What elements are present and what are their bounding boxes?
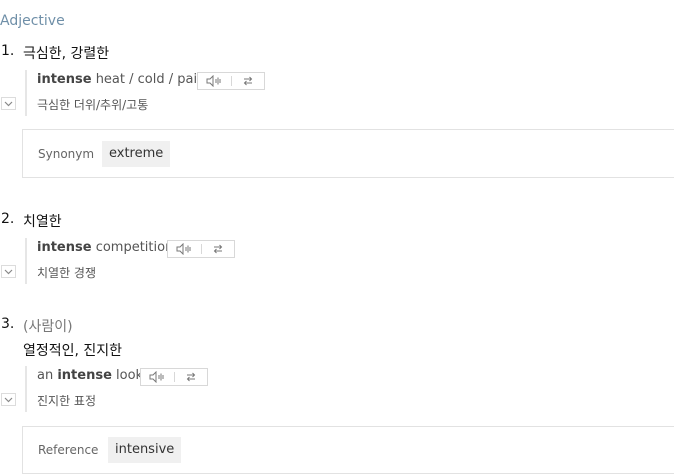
chevron-down-icon (4, 397, 13, 402)
speaker-icon (176, 243, 191, 255)
headword-highlight: intense (37, 72, 92, 87)
example-sentence: an intense look (37, 368, 144, 383)
reference-box: Reference intensive (22, 426, 674, 474)
expand-example-button[interactable] (1, 97, 16, 110)
listen-button[interactable] (198, 73, 231, 89)
sense-meaning: 치열한 (23, 214, 62, 230)
example-audio-controls (167, 240, 235, 258)
repeat-icon (243, 76, 252, 86)
repeat-button[interactable] (201, 241, 234, 257)
example-divider (25, 366, 27, 412)
synonym-box: Synonym extreme (22, 129, 674, 178)
example-sentence: intense heat / cold / pain (37, 72, 206, 87)
part-of-speech-label: Adjective (0, 13, 65, 29)
repeat-button[interactable] (174, 369, 207, 385)
example-divider (25, 238, 27, 284)
sense-number: 3. (1, 316, 15, 332)
example-translation: 극심한 더위/추위/고통 (37, 98, 149, 112)
chevron-down-icon (4, 269, 13, 274)
expand-example-button[interactable] (1, 265, 16, 278)
sense-meaning: 극심한, 강렬한 (23, 46, 110, 62)
repeat-icon (186, 372, 195, 382)
example-audio-controls (140, 368, 208, 386)
expand-example-button[interactable] (1, 393, 16, 406)
speaker-icon (206, 75, 221, 87)
example-sentence: intense competition (37, 240, 174, 255)
synonym-label: Synonym (38, 147, 95, 161)
example-translation: 진지한 표정 (37, 394, 97, 408)
reference-chip[interactable]: intensive (108, 437, 182, 463)
headword-highlight: intense (37, 240, 92, 255)
example-audio-controls (197, 72, 265, 90)
sense-meaning: 열정적인, 진지한 (23, 343, 123, 359)
speaker-icon (149, 371, 164, 383)
listen-button[interactable] (168, 241, 201, 257)
chevron-down-icon (4, 101, 13, 106)
example-translation: 치열한 경쟁 (37, 266, 97, 280)
sense-qualifier: (사람이) (23, 319, 73, 335)
repeat-icon (213, 244, 222, 254)
sense-number: 1. (1, 43, 15, 59)
listen-button[interactable] (141, 369, 174, 385)
sense-number: 2. (1, 211, 15, 227)
reference-label: Reference (38, 443, 99, 457)
synonym-chip[interactable]: extreme (102, 141, 171, 167)
repeat-button[interactable] (231, 73, 264, 89)
example-divider (25, 70, 27, 116)
headword-highlight: intense (57, 368, 112, 383)
